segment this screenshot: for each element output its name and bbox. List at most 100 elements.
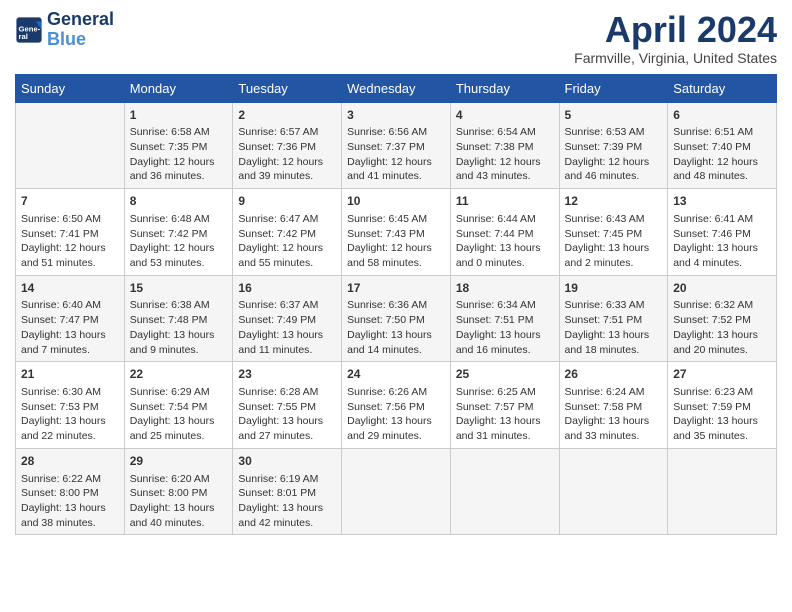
day-info: Sunset: 7:52 PM <box>673 313 771 328</box>
day-info: Sunrise: 6:57 AM <box>238 125 336 140</box>
day-info: and 25 minutes. <box>130 429 228 444</box>
calendar-cell: 22Sunrise: 6:29 AMSunset: 7:54 PMDayligh… <box>124 362 233 449</box>
day-info: Daylight: 13 hours <box>565 414 663 429</box>
day-number: 3 <box>347 107 445 124</box>
calendar-cell: 2Sunrise: 6:57 AMSunset: 7:36 PMDaylight… <box>233 102 342 189</box>
calendar-cell: 26Sunrise: 6:24 AMSunset: 7:58 PMDayligh… <box>559 362 668 449</box>
day-number: 29 <box>130 453 228 470</box>
day-info: and 35 minutes. <box>673 429 771 444</box>
day-number: 12 <box>565 193 663 210</box>
day-info: Sunset: 7:53 PM <box>21 400 119 415</box>
day-info: Sunset: 7:42 PM <box>130 227 228 242</box>
day-info: Sunrise: 6:30 AM <box>21 385 119 400</box>
day-info: Sunrise: 6:58 AM <box>130 125 228 140</box>
day-number: 11 <box>456 193 554 210</box>
day-info: Sunset: 7:46 PM <box>673 227 771 242</box>
logo-icon: Gene- ral <box>15 16 43 44</box>
day-number: 16 <box>238 280 336 297</box>
day-info: Sunrise: 6:19 AM <box>238 472 336 487</box>
day-info: Daylight: 13 hours <box>130 414 228 429</box>
calendar-cell: 4Sunrise: 6:54 AMSunset: 7:38 PMDaylight… <box>450 102 559 189</box>
calendar-cell: 23Sunrise: 6:28 AMSunset: 7:55 PMDayligh… <box>233 362 342 449</box>
day-number: 24 <box>347 366 445 383</box>
day-info: Sunrise: 6:20 AM <box>130 472 228 487</box>
day-info: Daylight: 13 hours <box>238 414 336 429</box>
day-info: and 38 minutes. <box>21 516 119 531</box>
day-number: 17 <box>347 280 445 297</box>
day-info: Sunrise: 6:53 AM <box>565 125 663 140</box>
day-number: 19 <box>565 280 663 297</box>
day-number: 28 <box>21 453 119 470</box>
calendar-cell <box>16 102 125 189</box>
day-info: Sunrise: 6:56 AM <box>347 125 445 140</box>
day-info: Daylight: 13 hours <box>130 501 228 516</box>
day-number: 18 <box>456 280 554 297</box>
day-info: Sunset: 7:37 PM <box>347 140 445 155</box>
day-info: Sunset: 7:40 PM <box>673 140 771 155</box>
day-info: Daylight: 13 hours <box>21 414 119 429</box>
day-info: and 2 minutes. <box>565 256 663 271</box>
calendar-cell: 11Sunrise: 6:44 AMSunset: 7:44 PMDayligh… <box>450 189 559 276</box>
month-title: April 2024 <box>574 10 777 50</box>
day-info: and 18 minutes. <box>565 343 663 358</box>
calendar-cell: 20Sunrise: 6:32 AMSunset: 7:52 PMDayligh… <box>668 275 777 362</box>
day-info: Sunrise: 6:29 AM <box>130 385 228 400</box>
day-number: 30 <box>238 453 336 470</box>
day-info: Sunset: 7:54 PM <box>130 400 228 415</box>
day-info: Sunrise: 6:54 AM <box>456 125 554 140</box>
calendar-cell: 8Sunrise: 6:48 AMSunset: 7:42 PMDaylight… <box>124 189 233 276</box>
calendar-cell <box>450 448 559 535</box>
day-info: and 42 minutes. <box>238 516 336 531</box>
day-info: and 11 minutes. <box>238 343 336 358</box>
day-info: Sunset: 7:43 PM <box>347 227 445 242</box>
day-info: and 29 minutes. <box>347 429 445 444</box>
day-info: and 36 minutes. <box>130 169 228 184</box>
day-number: 7 <box>21 193 119 210</box>
calendar-cell: 13Sunrise: 6:41 AMSunset: 7:46 PMDayligh… <box>668 189 777 276</box>
day-info: Sunrise: 6:23 AM <box>673 385 771 400</box>
day-info: Sunset: 7:35 PM <box>130 140 228 155</box>
day-info: and 33 minutes. <box>565 429 663 444</box>
day-info: Sunrise: 6:28 AM <box>238 385 336 400</box>
day-info: Sunrise: 6:50 AM <box>21 212 119 227</box>
calendar-week-row: 7Sunrise: 6:50 AMSunset: 7:41 PMDaylight… <box>16 189 777 276</box>
calendar-cell: 15Sunrise: 6:38 AMSunset: 7:48 PMDayligh… <box>124 275 233 362</box>
calendar-cell: 12Sunrise: 6:43 AMSunset: 7:45 PMDayligh… <box>559 189 668 276</box>
day-info: and 27 minutes. <box>238 429 336 444</box>
page-header: Gene- ral General Blue April 2024 Farmvi… <box>15 10 777 66</box>
day-info: and 41 minutes. <box>347 169 445 184</box>
day-info: Daylight: 12 hours <box>238 155 336 170</box>
day-info: Sunrise: 6:48 AM <box>130 212 228 227</box>
logo: Gene- ral General Blue <box>15 10 114 50</box>
calendar-cell: 3Sunrise: 6:56 AMSunset: 7:37 PMDaylight… <box>342 102 451 189</box>
calendar-cell <box>668 448 777 535</box>
day-info: and 14 minutes. <box>347 343 445 358</box>
day-info: and 9 minutes. <box>130 343 228 358</box>
day-number: 4 <box>456 107 554 124</box>
calendar-cell: 19Sunrise: 6:33 AMSunset: 7:51 PMDayligh… <box>559 275 668 362</box>
calendar-cell: 6Sunrise: 6:51 AMSunset: 7:40 PMDaylight… <box>668 102 777 189</box>
calendar-cell: 17Sunrise: 6:36 AMSunset: 7:50 PMDayligh… <box>342 275 451 362</box>
day-info: and 4 minutes. <box>673 256 771 271</box>
calendar-cell: 14Sunrise: 6:40 AMSunset: 7:47 PMDayligh… <box>16 275 125 362</box>
weekday-header: Tuesday <box>233 74 342 102</box>
calendar-cell: 21Sunrise: 6:30 AMSunset: 7:53 PMDayligh… <box>16 362 125 449</box>
day-info: Daylight: 12 hours <box>21 241 119 256</box>
day-info: Daylight: 13 hours <box>347 328 445 343</box>
weekday-header: Wednesday <box>342 74 451 102</box>
weekday-header: Friday <box>559 74 668 102</box>
day-info: Sunrise: 6:38 AM <box>130 298 228 313</box>
calendar-week-row: 28Sunrise: 6:22 AMSunset: 8:00 PMDayligh… <box>16 448 777 535</box>
day-info: Daylight: 13 hours <box>456 414 554 429</box>
day-info: Sunset: 7:48 PM <box>130 313 228 328</box>
day-number: 13 <box>673 193 771 210</box>
day-info: Sunset: 7:36 PM <box>238 140 336 155</box>
day-info: Sunrise: 6:43 AM <box>565 212 663 227</box>
day-info: and 51 minutes. <box>21 256 119 271</box>
day-info: Sunrise: 6:51 AM <box>673 125 771 140</box>
weekday-header-row: SundayMondayTuesdayWednesdayThursdayFrid… <box>16 74 777 102</box>
day-info: Sunset: 8:00 PM <box>21 486 119 501</box>
day-info: Sunrise: 6:25 AM <box>456 385 554 400</box>
logo-text: General Blue <box>47 10 114 50</box>
day-number: 6 <box>673 107 771 124</box>
